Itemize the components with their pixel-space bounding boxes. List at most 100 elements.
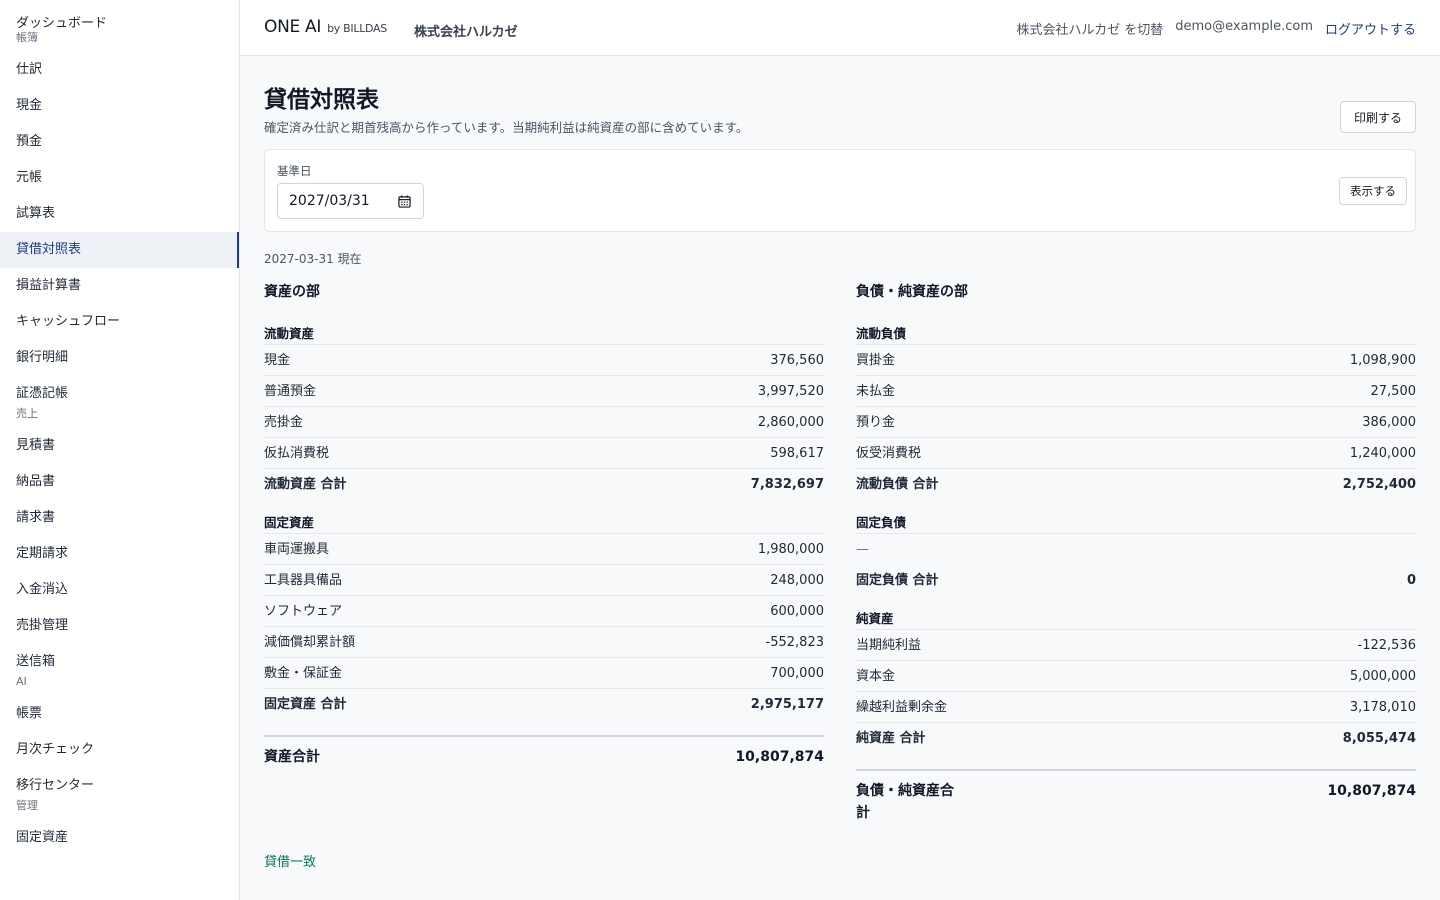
row-label: 固定負債 合計 <box>856 573 939 588</box>
sidebar-item-forms[interactable]: 帳票 <box>0 696 239 732</box>
row-label: 仮受消費税 <box>856 446 922 461</box>
sidebar-item-voucher-entry[interactable]: 証憑記帳 <box>0 376 239 406</box>
table-row: 買掛金 1,098,900 <box>856 345 1416 376</box>
row-label: 未払金 <box>856 384 896 399</box>
company-name: 株式会社ハルカゼ <box>414 25 518 40</box>
sidebar-item-cash[interactable]: 現金 <box>0 88 239 124</box>
row-value: 2,752,400 <box>1342 477 1416 492</box>
sidebar-item-journal[interactable]: 仕訳 <box>0 52 239 88</box>
sidebar-item-migration-center[interactable]: 移行センター <box>0 768 239 798</box>
user-email: demo@example.com <box>1175 19 1313 34</box>
table-row: 売掛金 2,860,000 <box>264 407 824 438</box>
row-label: 固定資産 合計 <box>264 697 347 712</box>
row-value: 386,000 <box>1362 415 1416 430</box>
sidebar-item-invoices[interactable]: 請求書 <box>0 500 239 536</box>
row-value: 27,500 <box>1370 384 1417 399</box>
sidebar-item-receivables[interactable]: 売掛管理 <box>0 608 239 644</box>
liabilities-section-title: 負債・純資産の部 <box>856 284 968 300</box>
main-content: 貸借対照表 確定済み仕訳と期首残高から作っています。当期純利益は純資産の部に含め… <box>240 56 1440 900</box>
sidebar-item-fixed-assets[interactable]: 固定資産 <box>0 820 239 856</box>
sidebar-section-sales: 売上 <box>16 407 38 420</box>
row-value: 2,975,177 <box>750 697 824 712</box>
fixed-liabilities-total-row: 固定負債 合計 0 <box>856 565 1416 597</box>
grand-total-label: 負債・純資産合計 <box>856 783 954 821</box>
base-date-value: 2027/03/31 <box>289 193 370 209</box>
sidebar-item-income-statement[interactable]: 損益計算書 <box>0 268 239 304</box>
row-value: 1,098,900 <box>1349 353 1416 368</box>
brand-by: by BILLDAS <box>327 22 387 35</box>
current-liabilities-total-row: 流動負債 合計 2,752,400 <box>856 469 1416 501</box>
row-value: 1,240,000 <box>1349 446 1416 461</box>
assets-section: 資産の部 流動資産 現金 376,560 普通預金 3,997,520 売掛金 2,8… <box>264 282 824 768</box>
sidebar-item-dashboard[interactable]: ダッシュボード <box>0 0 239 31</box>
row-label: 工具器具備品 <box>264 573 343 588</box>
show-button[interactable]: 表示する <box>1339 177 1407 205</box>
sidebar-item-deposits[interactable]: 預金 <box>0 124 239 160</box>
print-button[interactable]: 印刷する <box>1339 101 1416 133</box>
table-row: 預り金 386,000 <box>856 407 1416 438</box>
row-value: 8,055,474 <box>1342 731 1416 746</box>
sidebar-item-cashflow[interactable]: キャッシュフロー <box>0 304 239 340</box>
brand-name: ONE AI <box>264 17 322 37</box>
net-assets-total-row: 純資産 合計 8,055,474 <box>856 723 1416 755</box>
row-label: 現金 <box>264 353 291 368</box>
logout-link[interactable]: ログアウトする <box>1325 19 1416 38</box>
sidebar: ダッシュボード 帳簿 仕訳 現金 預金 元帳 試算表 貸借対照表 損益計算書 キ… <box>0 0 240 900</box>
sidebar-item-outbox[interactable]: 送信箱 <box>0 644 239 674</box>
row-value: 248,000 <box>770 573 824 588</box>
fixed-assets-total-row: 固定資産 合計 2,975,177 <box>264 689 824 721</box>
net-assets-title: 純資産 <box>856 597 1416 630</box>
grand-total-label: 資産合計 <box>264 749 320 765</box>
row-label: 普通預金 <box>264 384 317 399</box>
row-value: 5,000,000 <box>1349 669 1416 684</box>
sidebar-item-recurring-invoices[interactable]: 定期請求 <box>0 536 239 572</box>
table-row: 現金 376,560 <box>264 345 824 376</box>
table-row: ソフトウェア 600,000 <box>264 596 824 627</box>
row-label: ソフトウェア <box>264 604 343 619</box>
row-label: 敷金・保証金 <box>264 666 343 681</box>
header-actions: 株式会社ハルカゼ を切替 demo@example.com ログアウトする <box>1017 19 1416 38</box>
page-title: 貸借対照表 <box>264 87 379 113</box>
sidebar-item-monthly-check[interactable]: 月次チェック <box>0 732 239 768</box>
liabilities-section: 負債・純資産の部 流動負債 買掛金 1,098,900 未払金 27,500 預り金… <box>856 282 1416 824</box>
table-row: 未払金 27,500 <box>856 376 1416 407</box>
row-label: 流動負債 合計 <box>856 477 939 492</box>
current-assets-title: 流動資産 <box>264 312 824 345</box>
top-header: ONE AI by BILLDAS 株式会社ハルカゼ 株式会社ハルカゼ を切替 d… <box>240 0 1440 56</box>
brand-logo[interactable]: ONE AI by BILLDAS <box>264 17 387 37</box>
sidebar-item-balance-sheet[interactable]: 貸借対照表 <box>0 232 239 268</box>
sidebar-item-quotes[interactable]: 見積書 <box>0 428 239 464</box>
sidebar-item-bank-statements[interactable]: 銀行明細 <box>0 340 239 376</box>
row-value: 3,178,010 <box>1349 700 1416 715</box>
base-date-input[interactable]: 2027/03/31 <box>277 183 424 219</box>
table-row: 当期純利益 -122,536 <box>856 630 1416 661</box>
row-value: 376,560 <box>770 353 824 368</box>
sidebar-item-ledger[interactable]: 元帳 <box>0 160 239 196</box>
row-value: 600,000 <box>770 604 824 619</box>
grand-total-value: 10,807,874 <box>735 749 824 765</box>
empty-row: — <box>856 534 1416 565</box>
row-label: 繰越利益剰余金 <box>856 700 948 715</box>
calendar-icon[interactable] <box>398 195 411 208</box>
table-row: 資本金 5,000,000 <box>856 661 1416 692</box>
row-value: 700,000 <box>770 666 824 681</box>
liabilities-grand-total: 負債・純資産合計 10,807,874 <box>856 769 1416 824</box>
sidebar-item-delivery-notes[interactable]: 納品書 <box>0 464 239 500</box>
assets-grand-total: 資産合計 10,807,874 <box>264 735 824 768</box>
row-label: — <box>856 542 869 557</box>
company-switch-link[interactable]: 株式会社ハルカゼ を切替 <box>1017 19 1164 38</box>
row-label: 流動資産 合計 <box>264 477 347 492</box>
table-row: 敷金・保証金 700,000 <box>264 658 824 689</box>
fixed-liabilities-title: 固定負債 <box>856 501 1416 534</box>
row-label: 純資産 合計 <box>856 731 926 746</box>
row-value: 2,860,000 <box>757 415 824 430</box>
row-label: 仮払消費税 <box>264 446 330 461</box>
sidebar-item-payment-matching[interactable]: 入金消込 <box>0 572 239 608</box>
row-value: 7,832,697 <box>750 477 824 492</box>
row-value: 1,980,000 <box>757 542 824 557</box>
row-label: 資本金 <box>856 669 896 684</box>
table-row: 繰越利益剰余金 3,178,010 <box>856 692 1416 723</box>
sidebar-item-trial-balance[interactable]: 試算表 <box>0 196 239 232</box>
row-value: -122,536 <box>1357 638 1416 653</box>
fixed-assets-title: 固定資産 <box>264 501 824 534</box>
